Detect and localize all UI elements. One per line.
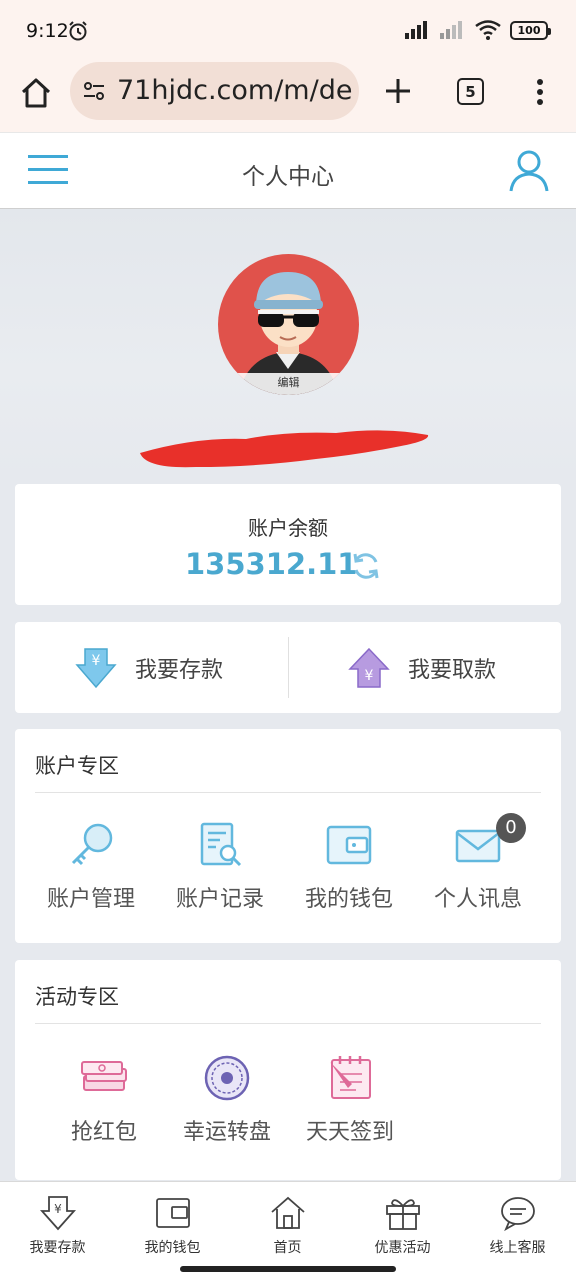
daily-sign-in-label: 天天签到 — [305, 1120, 394, 1145]
user-icon[interactable] — [509, 149, 549, 193]
personal-messages-label: 个人讯息 — [433, 887, 522, 912]
site-settings-icon[interactable] — [82, 79, 106, 103]
nav-home-label: 首页 — [273, 1240, 302, 1256]
svg-text:¥: ¥ — [54, 1202, 62, 1216]
avatar[interactable]: 编辑 — [218, 254, 359, 395]
key-icon — [71, 823, 113, 866]
avatar-edit-button[interactable]: 编辑 — [218, 373, 359, 395]
nav-deposit[interactable]: ¥ 我要存款 — [0, 1194, 115, 1257]
address-bar[interactable]: 71hjdc.com/m/de — [70, 62, 359, 120]
personal-messages-button[interactable]: 0 个人讯息 — [413, 813, 543, 913]
svg-text:¥: ¥ — [365, 668, 374, 684]
deposit-arrow-icon: ¥ — [75, 647, 117, 688]
wallet-icon — [326, 825, 372, 865]
refresh-icon[interactable] — [350, 550, 382, 582]
app-header: 个人中心 — [0, 132, 576, 209]
withdraw-label: 我要取款 — [408, 657, 497, 683]
wheel-icon — [204, 1055, 250, 1101]
account-management-button[interactable]: 账户管理 — [26, 819, 156, 913]
username-redaction — [140, 430, 429, 468]
nav-customer-service[interactable]: 线上客服 — [460, 1194, 575, 1257]
deposit-icon: ¥ — [39, 1196, 76, 1231]
status-bar: 9:12 100 — [0, 0, 576, 62]
money-stack-icon — [81, 1061, 127, 1091]
more-menu-icon[interactable] — [530, 77, 550, 107]
red-packet-label: 抢红包 — [70, 1120, 137, 1145]
main-content: 编辑 账户余额 135312.11 ¥ 我要存款 ¥ 我要取款 账户专区 账户管… — [0, 209, 576, 1181]
divider — [35, 1023, 541, 1024]
battery-indicator: 100 — [510, 20, 551, 40]
nav-home[interactable]: 首页 — [230, 1194, 345, 1257]
account-record-label: 账户记录 — [175, 887, 264, 912]
gift-icon — [385, 1199, 420, 1230]
red-packet-button[interactable]: 抢红包 — [39, 1052, 169, 1146]
account-management-label: 账户管理 — [46, 887, 135, 912]
alarm-icon — [69, 21, 87, 41]
url-text: 71hjdc.com/m/de — [117, 75, 353, 106]
section-title: 活动专区 — [35, 985, 119, 1009]
nav-promotions[interactable]: 优惠活动 — [345, 1194, 460, 1257]
bottom-nav: ¥ 我要存款 我的钱包 首页 优惠活动 线上客服 — [0, 1181, 576, 1280]
balance-card: 账户余额 135312.11 — [15, 484, 561, 605]
balance-label: 账户余额 — [248, 516, 328, 540]
balance-value: 135312.11 — [185, 547, 358, 581]
page-title: 个人中心 — [242, 164, 334, 190]
new-tab-icon[interactable] — [381, 74, 415, 108]
chat-icon — [500, 1197, 535, 1232]
record-icon — [200, 822, 242, 867]
nav-wallet[interactable]: 我的钱包 — [115, 1194, 230, 1257]
deposit-button[interactable]: ¥ 我要存款 — [75, 622, 348, 713]
signal-2-icon — [440, 21, 462, 39]
daily-sign-in-button[interactable]: 天天签到 — [285, 1052, 415, 1146]
browser-toolbar: 71hjdc.com/m/de 5 — [0, 62, 576, 132]
status-time: 9:12 — [26, 20, 69, 42]
divider — [288, 637, 289, 698]
activity-zone-card: 活动专区 抢红包 幸运转盘 天天签到 — [15, 960, 561, 1180]
gesture-bar[interactable] — [180, 1266, 396, 1272]
deposit-withdraw-card: ¥ 我要存款 ¥ 我要取款 — [15, 622, 561, 713]
wifi-icon — [475, 20, 501, 40]
lucky-wheel-label: 幸运转盘 — [182, 1120, 271, 1145]
withdraw-button[interactable]: ¥ 我要取款 — [348, 622, 576, 713]
deposit-label: 我要存款 — [135, 657, 224, 683]
calendar-sign-icon — [330, 1056, 371, 1099]
nav-wallet-label: 我的钱包 — [144, 1240, 201, 1256]
nav-promotions-label: 优惠活动 — [374, 1240, 431, 1256]
home-icon — [270, 1196, 305, 1229]
lucky-wheel-button[interactable]: 幸运转盘 — [162, 1052, 292, 1146]
unread-badge: 0 — [496, 813, 526, 843]
nav-customer-service-label: 线上客服 — [489, 1240, 546, 1256]
account-zone-card: 账户专区 账户管理 账户记录 我的钱包 0 个人讯息 — [15, 729, 561, 943]
svg-text:¥: ¥ — [92, 653, 101, 669]
section-title: 账户专区 — [35, 754, 119, 778]
signal-icon — [405, 21, 427, 39]
divider — [35, 792, 541, 793]
mail-icon — [455, 829, 501, 863]
my-wallet-button[interactable]: 我的钱包 — [284, 819, 414, 913]
tab-switcher-button[interactable]: 5 — [457, 78, 484, 105]
withdraw-arrow-icon: ¥ — [348, 647, 390, 688]
wallet-icon — [155, 1198, 190, 1228]
nav-deposit-label: 我要存款 — [29, 1240, 86, 1256]
my-wallet-label: 我的钱包 — [304, 887, 393, 912]
home-icon[interactable] — [18, 75, 54, 111]
account-record-button[interactable]: 账户记录 — [155, 819, 285, 913]
